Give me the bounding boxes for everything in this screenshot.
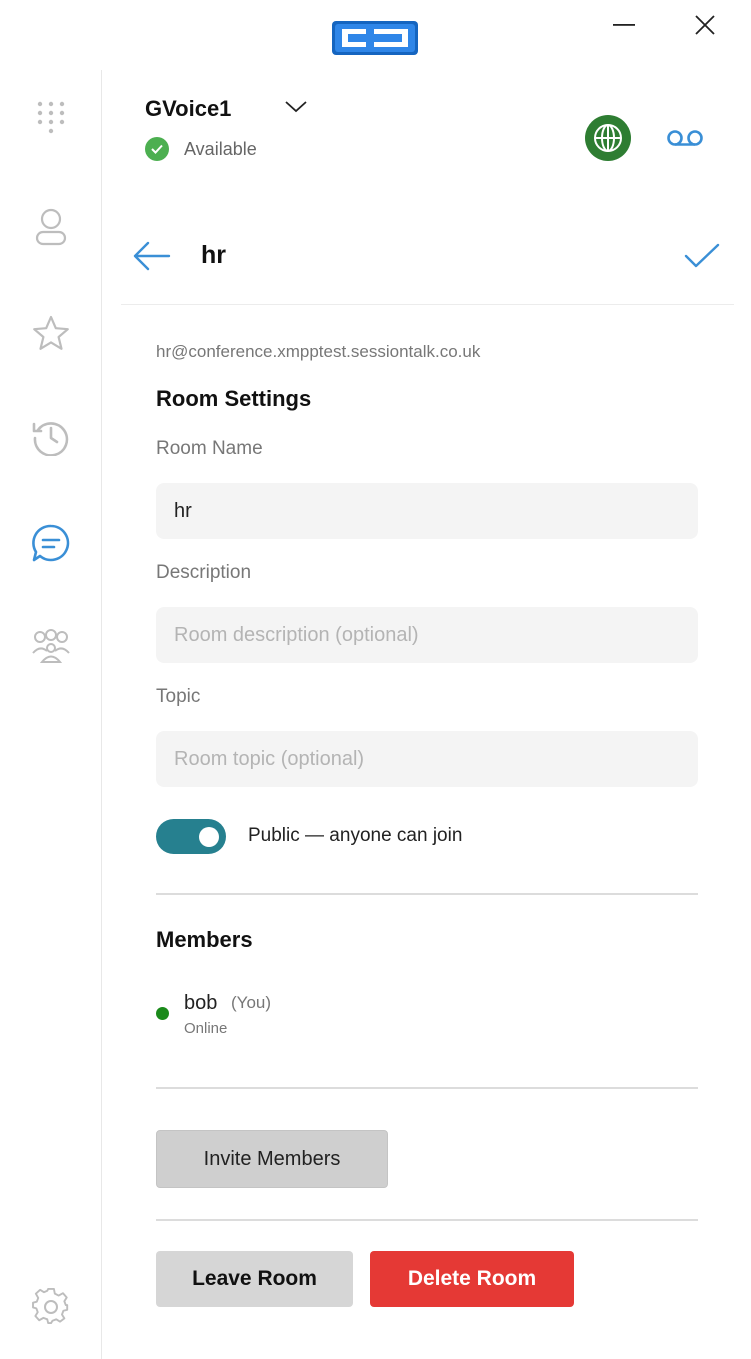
topic-input[interactable]	[156, 731, 698, 787]
divider	[156, 893, 698, 895]
close-icon	[695, 15, 715, 35]
header-divider	[121, 304, 734, 305]
globe-icon	[594, 124, 622, 152]
sidebar-item-dialpad[interactable]	[26, 95, 76, 145]
public-toggle[interactable]	[156, 819, 226, 854]
member-name: bob	[184, 992, 218, 1014]
checkmark-icon	[684, 243, 720, 268]
sidebar-item-settings[interactable]	[26, 1282, 76, 1332]
delete-room-button[interactable]: Delete Room	[370, 1251, 574, 1307]
member-you-tag: (You)	[231, 993, 272, 1012]
sidebar-item-chat[interactable]	[26, 518, 76, 568]
contact-icon	[35, 208, 67, 246]
group-icon	[32, 629, 70, 663]
room-name-input[interactable]	[156, 483, 698, 539]
sidebar-item-groups[interactable]	[26, 622, 76, 672]
room-name-label: Room Name	[156, 438, 263, 459]
room-settings-heading: Room Settings	[156, 386, 312, 411]
sidebar-item-history[interactable]	[26, 412, 76, 462]
title-bar	[0, 0, 751, 70]
sidebar	[0, 70, 102, 1359]
divider	[156, 1087, 698, 1089]
description-input[interactable]	[156, 607, 698, 663]
close-window-button[interactable]	[685, 8, 725, 42]
divider	[156, 1219, 698, 1221]
dialpad-icon	[37, 101, 65, 134]
globe-button[interactable]	[585, 115, 631, 161]
star-icon	[33, 315, 69, 350]
member-status: Online	[184, 1020, 228, 1037]
voicemail-icon	[667, 130, 703, 146]
account-name[interactable]: GVoice1	[145, 96, 231, 122]
chat-icon	[32, 524, 70, 562]
topic-label: Topic	[156, 686, 201, 707]
toggle-knob	[199, 827, 219, 847]
leave-room-button[interactable]: Leave Room	[156, 1251, 353, 1307]
presence-status[interactable]: Available	[145, 137, 257, 161]
back-button[interactable]	[131, 236, 173, 276]
description-label: Description	[156, 562, 252, 583]
save-button[interactable]	[682, 236, 722, 276]
members-heading: Members	[156, 927, 253, 952]
settings-icon	[32, 1288, 69, 1325]
account-dropdown-button[interactable]	[284, 97, 308, 117]
app-logo	[330, 17, 420, 59]
invite-members-button[interactable]: Invite Members	[156, 1130, 388, 1188]
status-text: Available	[184, 138, 257, 159]
public-toggle-label: Public — anyone can join	[248, 825, 463, 846]
sidebar-item-contacts[interactable]	[26, 202, 76, 252]
voicemail-button[interactable]	[664, 124, 706, 152]
minimize-button[interactable]	[604, 8, 644, 42]
room-title: hr	[201, 241, 226, 269]
member-online-indicator	[156, 1007, 169, 1020]
available-status-icon	[145, 137, 169, 161]
arrow-left-icon	[133, 241, 171, 271]
sidebar-item-favorites[interactable]	[26, 308, 76, 358]
chevron-down-icon	[285, 101, 307, 113]
room-jid: hr@conference.xmpptest.sessiontalk.co.uk	[156, 342, 481, 361]
history-icon	[32, 422, 69, 456]
